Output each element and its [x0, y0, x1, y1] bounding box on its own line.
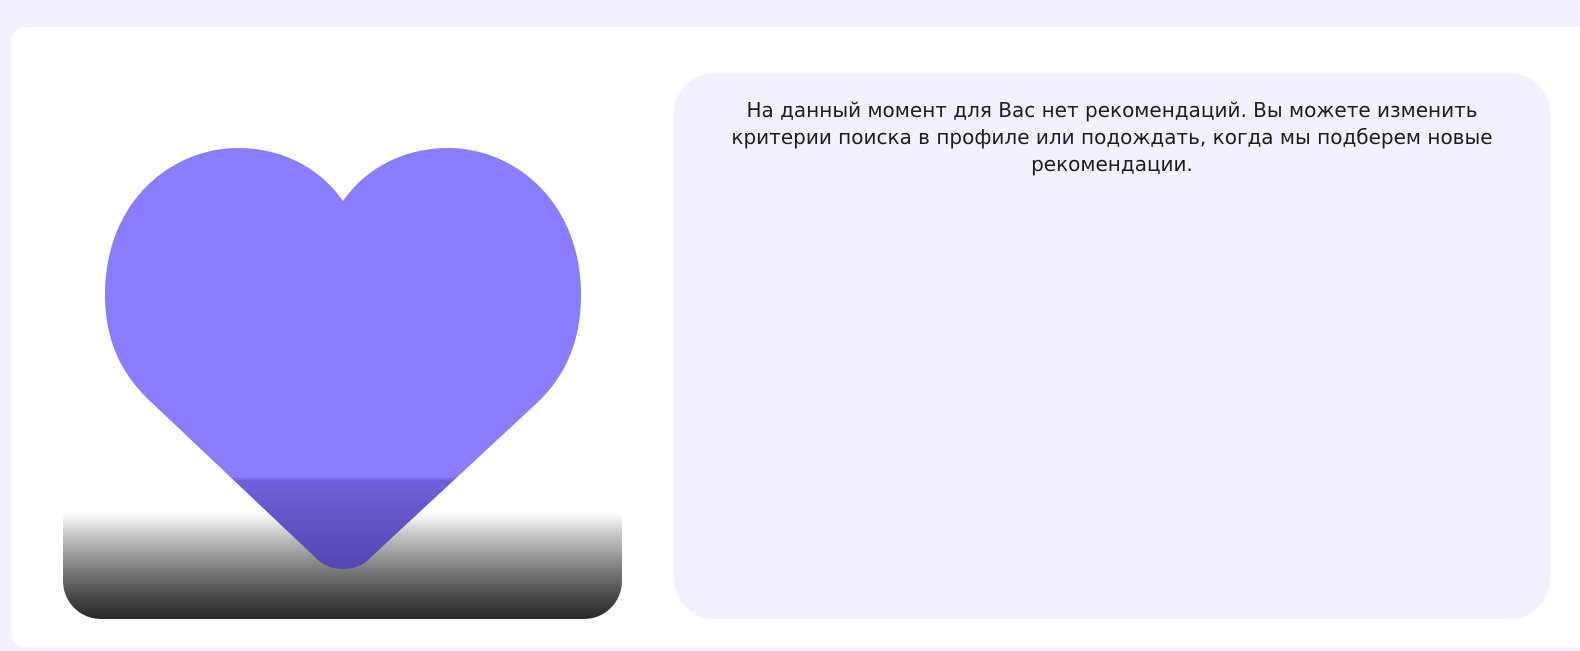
page: На данный момент для Вас нет рекомендаци… — [0, 0, 1580, 651]
no-recommendations-panel: На данный момент для Вас нет рекомендаци… — [674, 73, 1550, 619]
no-recommendations-message: На данный момент для Вас нет рекомендаци… — [731, 98, 1493, 176]
empty-state-illustration — [63, 120, 622, 620]
heart-icon — [105, 148, 581, 569]
